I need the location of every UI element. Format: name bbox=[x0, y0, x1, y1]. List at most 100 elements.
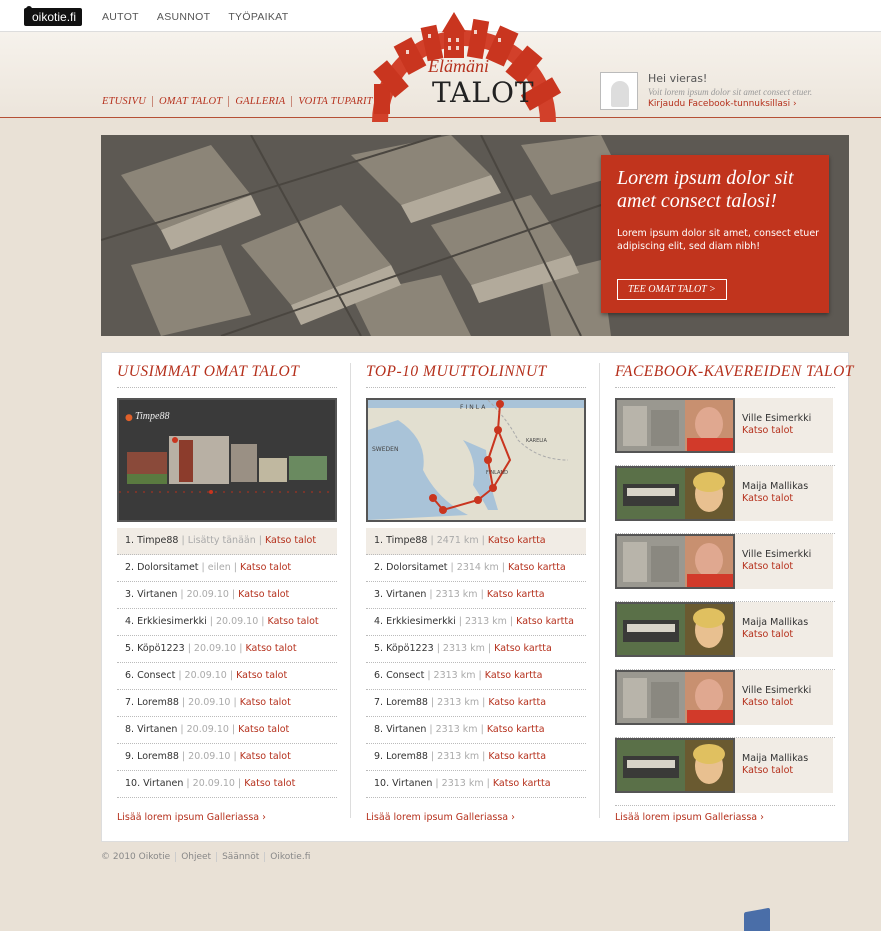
gallery-more-link[interactable]: Lisää lorem ipsum Galleriassa › bbox=[615, 812, 764, 823]
gallery-more-link[interactable]: Lisää lorem ipsum Galleriassa › bbox=[117, 812, 266, 823]
list-item-link[interactable]: Katso talot bbox=[240, 697, 291, 708]
brand-logo[interactable]: Elämäni TALOT bbox=[354, 4, 574, 124]
friend-card[interactable]: Ville Esimerkki Katso talot bbox=[615, 534, 833, 589]
friend-houses-link[interactable]: Katso talot bbox=[742, 629, 793, 640]
list-item-link[interactable]: Katso talot bbox=[240, 751, 291, 762]
list-item-link[interactable]: Katso talot bbox=[245, 643, 296, 654]
thumbnail-user: Timpe88 bbox=[135, 411, 170, 422]
list-item-link[interactable]: Katso talot bbox=[240, 562, 291, 573]
list-item-link[interactable]: Katso talot bbox=[238, 589, 289, 600]
list-item-link[interactable]: Katso talot bbox=[265, 535, 316, 546]
list-item: 7. Lorem88 | 2313 km | Katso kartta bbox=[366, 690, 586, 717]
list-item-link[interactable]: Katso kartta bbox=[493, 778, 551, 789]
list-item-link[interactable]: Katso kartta bbox=[494, 643, 552, 654]
friend-houses-link[interactable]: Katso talot bbox=[742, 493, 793, 504]
route-map[interactable]: FINLA SWEDEN FINLAND KARELIA bbox=[366, 398, 586, 522]
map-label-finla: FINLA bbox=[460, 404, 488, 411]
top-nav-autot[interactable]: AUTOT bbox=[102, 11, 139, 23]
friend-item: Ville Esimerkki Katso talot bbox=[615, 534, 835, 602]
friend-houses-link[interactable]: Katso talot bbox=[742, 697, 793, 708]
list-item-link[interactable]: Katso talot bbox=[238, 724, 289, 735]
friend-house-photo bbox=[615, 466, 735, 521]
list-item-separator: | bbox=[427, 697, 438, 708]
list-item-separator: | bbox=[484, 643, 495, 654]
hero-promo-box: Lorem ipsum dolor sit amet consect talos… bbox=[601, 155, 829, 313]
friend-item: Ville Esimerkki Katso talot bbox=[615, 398, 835, 466]
list-item: 9. Lorem88 | 2313 km | Katso kartta bbox=[366, 744, 586, 771]
top-nav-tyopaikat[interactable]: TYÖPAIKAT bbox=[228, 11, 288, 23]
list-item-link[interactable]: Katso kartta bbox=[488, 697, 546, 708]
list-item-link[interactable]: Katso kartta bbox=[487, 724, 545, 735]
friend-item: Maija Mallikas Katso talot bbox=[615, 738, 835, 806]
friend-name: Ville Esimerkki bbox=[742, 685, 812, 696]
list-item-meta: 20.09.10 bbox=[193, 643, 237, 654]
footer-saannot-link[interactable]: Säännöt bbox=[216, 852, 264, 862]
oikotie-logo[interactable]: oikotie.fi bbox=[24, 6, 83, 26]
list-item-name: 6. Consect bbox=[125, 670, 176, 681]
friend-card[interactable]: Ville Esimerkki Katso talot bbox=[615, 670, 833, 725]
newest-houses-column: UUSIMMAT OMAT TALOT ● Timpe88 1. Timpe88… bbox=[117, 363, 337, 798]
list-item-name: 8. Virtanen bbox=[374, 724, 427, 735]
list-item-separator: | bbox=[477, 724, 487, 735]
list-item: 8. Virtanen | 2313 km | Katso kartta bbox=[366, 717, 586, 744]
list-item-link[interactable]: Katso talot bbox=[268, 616, 319, 627]
friend-houses-link[interactable]: Katso talot bbox=[742, 765, 793, 776]
list-item: 3. Virtanen | 2313 km | Katso kartta bbox=[366, 582, 586, 609]
avatar bbox=[600, 72, 638, 110]
footer-ohjeet-link[interactable]: Ohjeet bbox=[175, 852, 216, 862]
main-nav: ETUSIVU OMAT TALOT GALLERIA VOITA TUPARI… bbox=[102, 96, 379, 107]
list-item: 4. Erkkiesimerkki | 2313 km | Katso kart… bbox=[366, 609, 586, 636]
list-item-link[interactable]: Katso talot bbox=[244, 778, 295, 789]
list-item-separator: | bbox=[483, 778, 493, 789]
list-item-link[interactable]: Katso talot bbox=[236, 670, 287, 681]
top-nav-asunnot[interactable]: ASUNNOT bbox=[157, 11, 210, 23]
friend-houses-link[interactable]: Katso talot bbox=[742, 561, 793, 572]
list-item-name: 5. Köpö1223 bbox=[125, 643, 185, 654]
nav-etusivu[interactable]: ETUSIVU bbox=[102, 96, 152, 107]
list-item-separator: | bbox=[206, 616, 216, 627]
hero-text: Lorem ipsum dolor sit amet, consect etue… bbox=[617, 228, 820, 252]
list-item-link[interactable]: Katso kartta bbox=[508, 562, 566, 573]
friend-houses-link[interactable]: Katso talot bbox=[742, 425, 793, 436]
friend-house-photo bbox=[615, 534, 735, 589]
friend-card[interactable]: Maija Mallikas Katso talot bbox=[615, 602, 833, 657]
friend-card[interactable]: Ville Esimerkki Katso talot bbox=[615, 398, 833, 453]
friend-name: Maija Mallikas bbox=[742, 753, 809, 764]
list-item-separator: | bbox=[427, 535, 437, 546]
nav-omat-talot[interactable]: OMAT TALOT bbox=[151, 96, 228, 107]
gallery-more-link[interactable]: Lisää lorem ipsum Galleriassa › bbox=[366, 812, 515, 823]
list-item-link[interactable]: Katso kartta bbox=[516, 616, 574, 627]
list-item-meta: 2313 km bbox=[433, 670, 476, 681]
list-item-name: 6. Consect bbox=[374, 670, 425, 681]
nav-galleria[interactable]: GALLERIA bbox=[228, 96, 291, 107]
list-item-separator: | bbox=[230, 751, 240, 762]
list-item-name: 1. Timpe88 bbox=[374, 535, 428, 546]
footer-oikotie-link[interactable]: Oikotie.fi bbox=[264, 852, 315, 862]
list-item-separator: | bbox=[234, 778, 245, 789]
list-item-link[interactable]: Katso kartta bbox=[488, 535, 546, 546]
list-item-separator: | bbox=[226, 670, 237, 681]
list-item-link[interactable]: Katso kartta bbox=[485, 670, 543, 681]
friend-item: Ville Esimerkki Katso talot bbox=[615, 670, 835, 738]
list-item-separator: | bbox=[255, 535, 265, 546]
list-item-meta: 2313 km bbox=[442, 643, 485, 654]
friend-house-photo bbox=[615, 738, 735, 793]
newest-house-thumbnail[interactable]: ● Timpe88 bbox=[117, 398, 337, 522]
list-item-name: 4. Erkkiesimerkki bbox=[125, 616, 207, 627]
content-panel: UUSIMMAT OMAT TALOT ● Timpe88 1. Timpe88… bbox=[101, 352, 853, 842]
map-label-finland: FINLAND bbox=[486, 470, 509, 476]
list-item-link[interactable]: Katso kartta bbox=[487, 589, 545, 600]
list-item-meta: 2313 km bbox=[441, 778, 484, 789]
list-item-meta: Lisätty tänään bbox=[187, 535, 256, 546]
friend-card[interactable]: Maija Mallikas Katso talot bbox=[615, 466, 833, 521]
create-houses-button[interactable]: TEE OMAT TALOT > bbox=[617, 279, 727, 300]
friend-card[interactable]: Maija Mallikas Katso talot bbox=[615, 738, 833, 793]
list-item-separator: | bbox=[177, 589, 187, 600]
list-item: 8. Virtanen | 20.09.10 | Katso talot bbox=[117, 717, 337, 744]
list-item-link[interactable]: Katso kartta bbox=[488, 751, 546, 762]
facebook-login-link[interactable]: Kirjaudu Facebook-tunnuksillasi › bbox=[648, 99, 797, 109]
list-item-separator: | bbox=[455, 616, 465, 627]
greeting-subtitle: Voit lorem ipsum dolor sit amet consect … bbox=[648, 87, 813, 97]
list-item-meta: 20.09.10 bbox=[215, 616, 259, 627]
list-item-meta: eilen bbox=[207, 562, 231, 573]
